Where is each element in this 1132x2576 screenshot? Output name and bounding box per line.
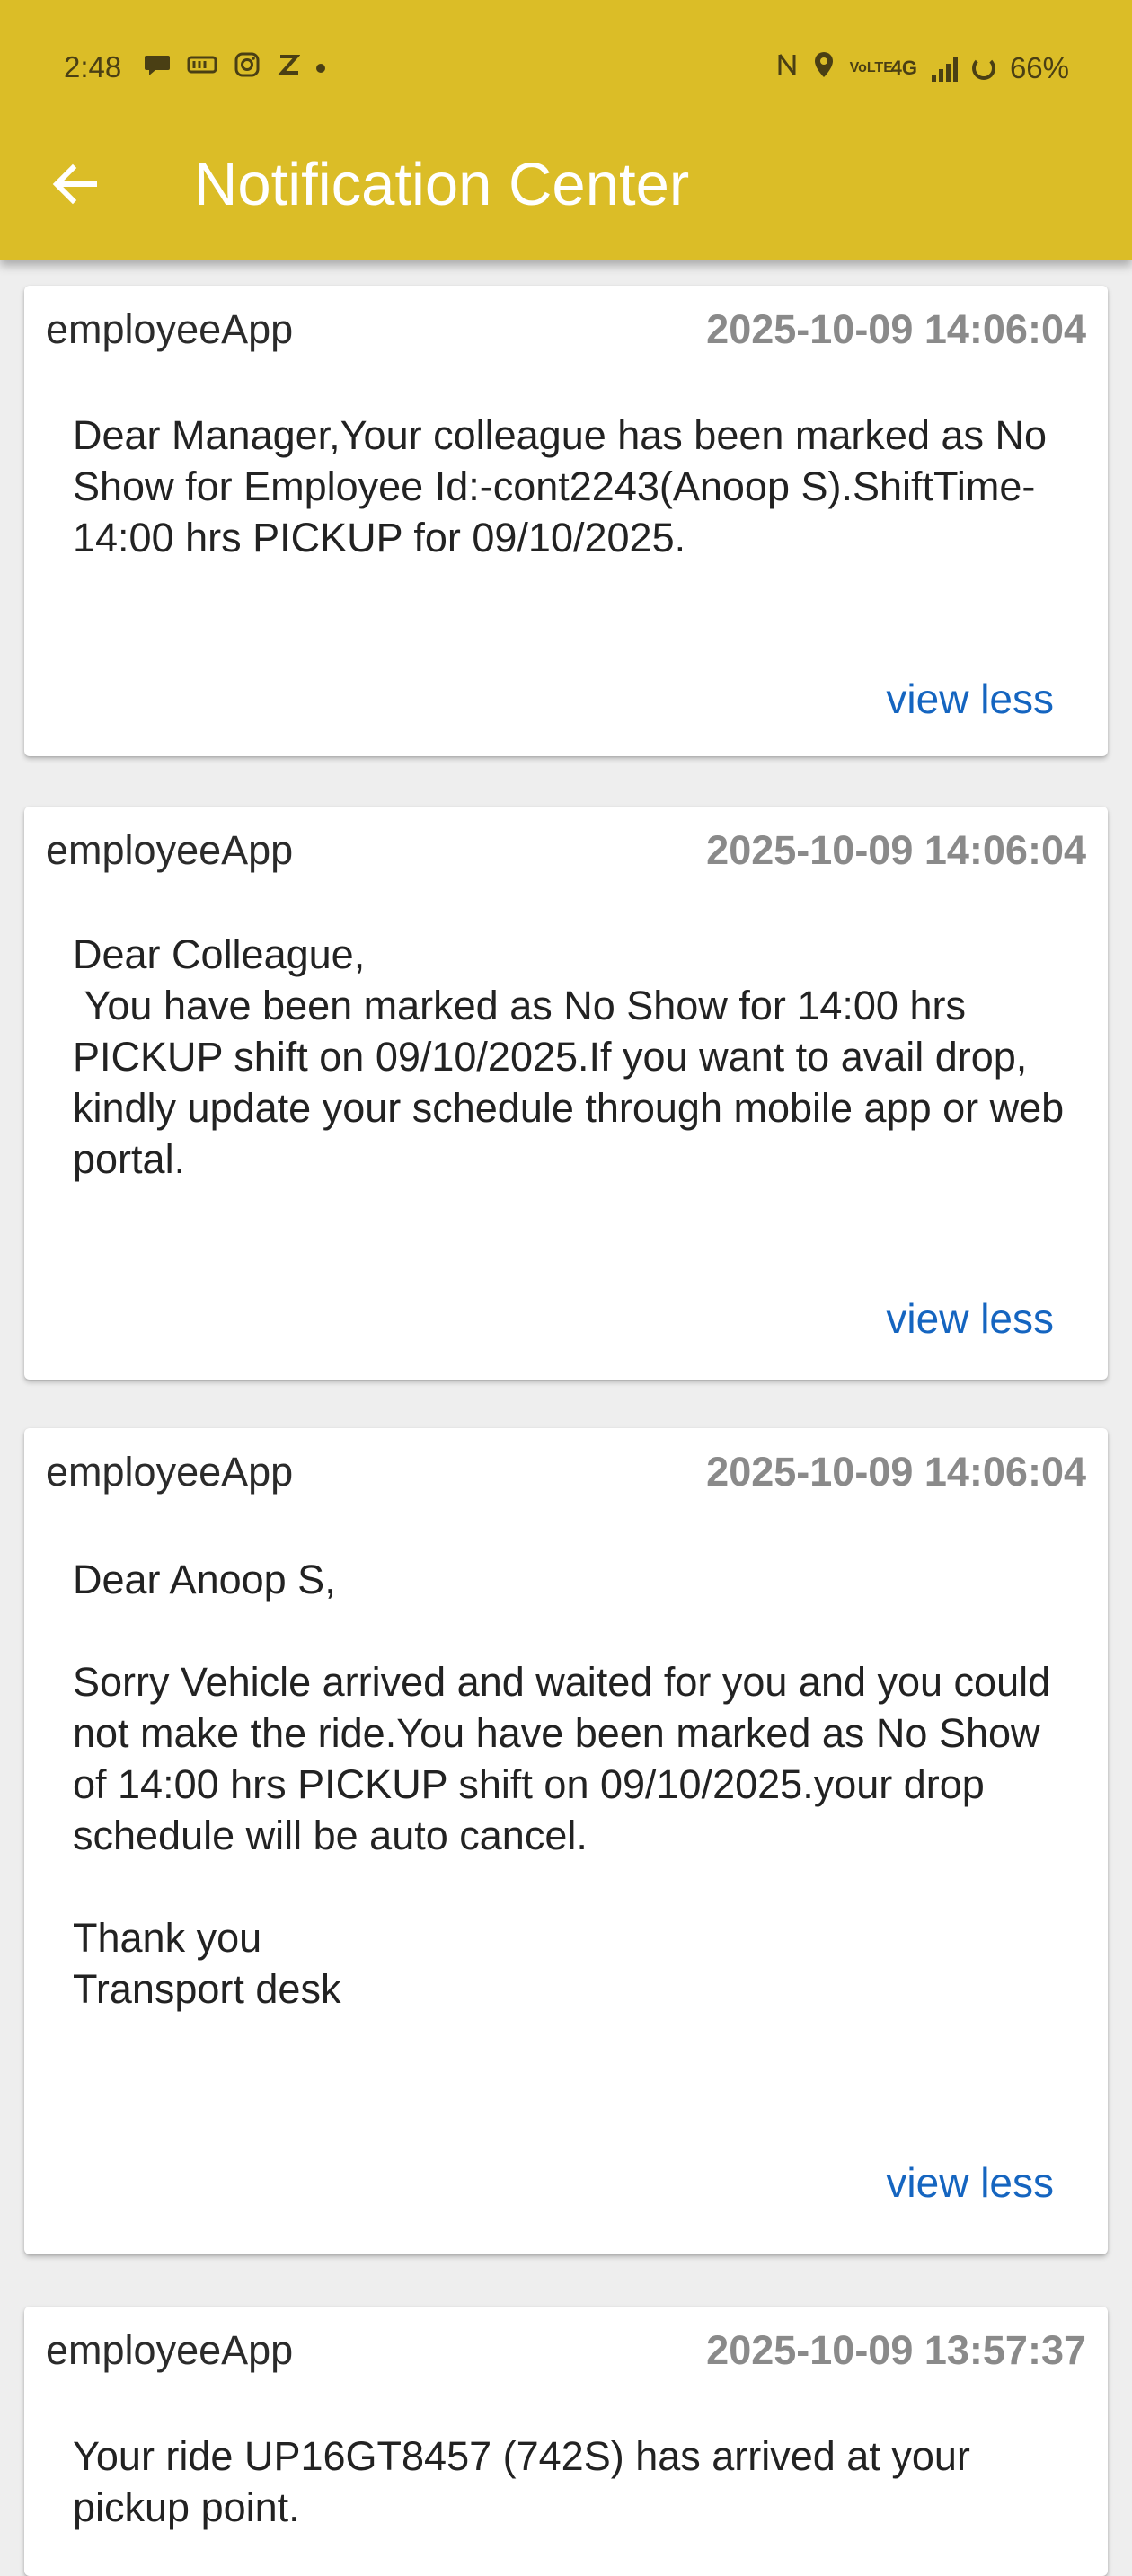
notification-card[interactable]: employeeApp 2025-10-09 14:06:04 Dear Col… [24,807,1108,1380]
notification-timestamp: 2025-10-09 14:06:04 [706,1449,1086,1495]
notification-timestamp: 2025-10-09 13:57:37 [706,2327,1086,2373]
notification-message: Dear Manager,Your colleague has been mar… [73,412,1058,560]
notification-message: Dear Colleague, You have been marked as … [73,931,1065,1182]
view-less-button[interactable]: view less [886,1293,1054,1344]
network-type-label: 4G [890,57,917,79]
volte-icon: VoLTE [849,60,893,75]
back-button[interactable] [43,153,106,216]
notification-timestamp: 2025-10-09 14:06:04 [706,827,1086,873]
notification-card[interactable]: employeeApp 2025-10-09 13:57:37 Your rid… [24,2307,1108,2576]
notification-message: Your ride UP16GT8457 (742S) has arrived … [73,2433,982,2530]
nfc-icon [776,51,798,85]
page-title: Notification Center [194,151,690,218]
location-icon [812,50,836,86]
arrow-left-icon [52,163,97,205]
status-bar: 2:48 VoLTE 4G 66% [0,0,1132,135]
app-bar: 2:48 VoLTE 4G 66% Notification Center [0,0,1132,260]
more-notifications-dot-icon [316,64,325,73]
notification-app-name: employeeApp [46,306,294,352]
paytm-icon [187,52,217,84]
signal-strength-icon [931,55,958,82]
status-time: 2:48 [64,50,122,84]
status-notification-icons [144,51,325,85]
zomato-icon [277,52,301,84]
notification-card[interactable]: employeeApp 2025-10-09 14:06:04 Dear Ano… [24,1428,1108,2254]
status-system-icons: VoLTE 4G 66% [776,50,1069,86]
view-less-button[interactable]: view less [886,2157,1054,2208]
notification-app-name: employeeApp [46,827,294,873]
notification-message: Dear Anoop S, Sorry Vehicle arrived and … [73,1557,1051,2012]
notification-timestamp: 2025-10-09 14:06:04 [706,306,1086,352]
battery-percent: 66% [1009,51,1069,84]
instagram-icon [234,51,261,85]
notification-card[interactable]: employeeApp 2025-10-09 14:06:04 Dear Man… [24,286,1108,756]
battery-icon [971,57,995,80]
view-less-button[interactable]: view less [886,674,1054,724]
notification-app-name: employeeApp [46,1449,294,1495]
notification-app-name: employeeApp [46,2327,294,2373]
chat-bubble-icon [144,52,171,84]
